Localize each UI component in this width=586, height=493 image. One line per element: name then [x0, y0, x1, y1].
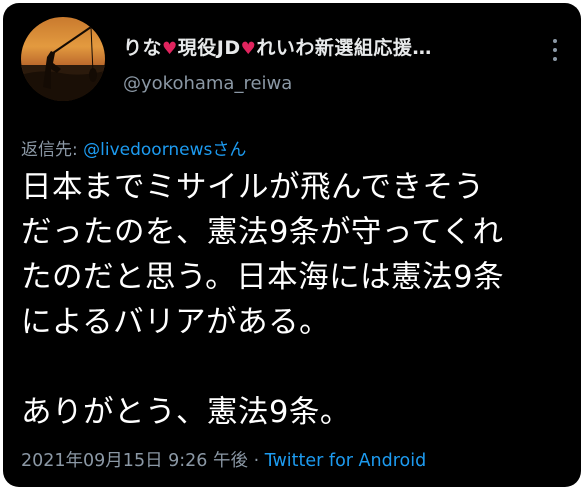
tweet-text-line: ありがとう、憲法9条。 [21, 395, 351, 430]
author-name-part: 現役JD [177, 37, 241, 59]
author-name-part: れいわ新選組応援… [256, 37, 432, 59]
reply-to-account-link[interactable]: @livedoornews [83, 140, 212, 160]
avatar[interactable] [21, 17, 105, 101]
reply-to-line: 返信先: @livedoornewsさん [21, 135, 246, 160]
tweet-text-line: だったのを、憲法9条が守ってくれ [21, 215, 504, 250]
tweet-timestamp[interactable]: 2021年09月15日 9:26 午後 [21, 451, 248, 471]
author-handle[interactable]: @yokohama_reiwa [123, 73, 292, 94]
heart-icon: ♥ [162, 39, 178, 59]
heart-icon: ♥ [240, 39, 257, 59]
tweet-text-line: たのだと思う。日本海には憲法9条 [21, 260, 505, 295]
author-name-part: りな [123, 37, 163, 59]
tweet-text: 日本までミサイルが飛んできそう だったのを、憲法9条が守ってくれ たのだと思う。… [21, 165, 561, 435]
reply-prefix: 返信先: [21, 140, 84, 160]
tweet-card: りな♥現役JD♥れいわ新選組応援… @yokohama_reiwa 返信先: @… [3, 3, 581, 487]
reply-to-suffix[interactable]: さん [212, 140, 246, 160]
avatar-image [21, 26, 105, 101]
meta-separator: · [248, 451, 265, 471]
tweet-meta: 2021年09月15日 9:26 午後 · Twitter for Androi… [21, 447, 426, 472]
tweet-source-link[interactable]: Twitter for Android [265, 451, 427, 471]
tweet-text-line: 日本までミサイルが飛んできそう [21, 170, 485, 205]
more-options-icon[interactable] [548, 39, 562, 65]
author-name[interactable]: りな♥現役JD♥れいわ新選組応援… [123, 33, 432, 60]
tweet-text-line: によるバリアがある。 [21, 305, 331, 340]
